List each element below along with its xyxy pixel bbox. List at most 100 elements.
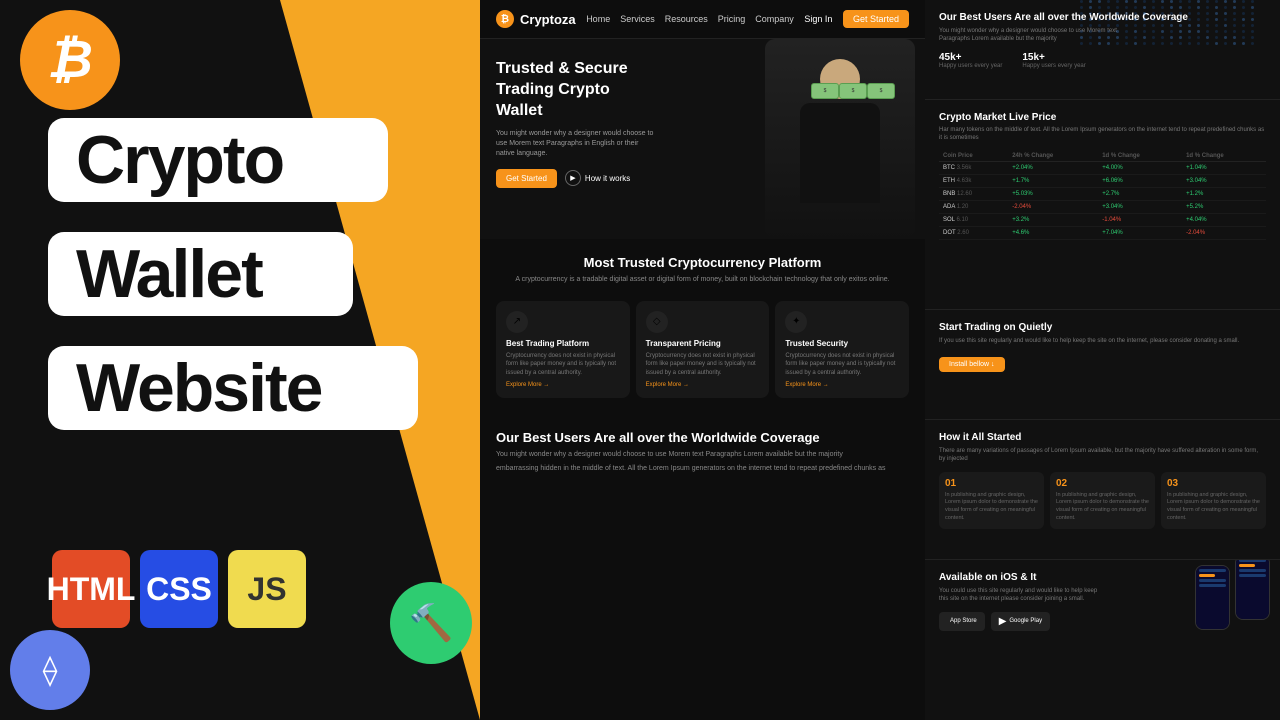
- map-dot: [1188, 36, 1191, 39]
- map-dot: [1116, 36, 1119, 39]
- map-dot: [1134, 0, 1137, 3]
- map-dot: [1215, 12, 1218, 15]
- col-1dc-val: +4.00%: [1098, 161, 1182, 174]
- map-dot: [1161, 42, 1164, 45]
- install-button[interactable]: Install bellow ↓: [939, 357, 1005, 372]
- map-dot: [1098, 36, 1101, 39]
- website-badge: Website: [48, 346, 418, 430]
- map-dot: [1116, 30, 1119, 33]
- map-dot: [1170, 24, 1173, 27]
- map-dot: [1152, 6, 1155, 9]
- nav-logo-text: Cryptoza: [520, 12, 576, 27]
- map-dot: [1197, 36, 1200, 39]
- play-icon: ▶: [565, 170, 581, 186]
- map-dot: [1224, 12, 1227, 15]
- nav-company[interactable]: Company: [755, 14, 794, 24]
- map-dot: [1089, 12, 1092, 15]
- google-play-label: Google Play: [1009, 618, 1042, 624]
- map-dot: [1080, 18, 1083, 21]
- js-logo: JS: [228, 550, 306, 628]
- trusted-title: Most Trusted Cryptocurrency Platform: [496, 255, 909, 270]
- col-1dc-val: -1.04%: [1098, 213, 1182, 226]
- coin-name: BTC 3.56k: [939, 161, 1008, 174]
- map-dot: [1188, 30, 1191, 33]
- map-dot: [1125, 24, 1128, 27]
- bitcoin-icon: ₿: [47, 30, 93, 90]
- pricing-explore[interactable]: Explore More →: [646, 382, 760, 388]
- pricing-desc: Cryptocurrency does not exist in physica…: [646, 352, 760, 377]
- appstore-label: App Store: [950, 618, 977, 624]
- nav-pricing[interactable]: Pricing: [718, 14, 746, 24]
- hero-get-started-button[interactable]: Get Started: [496, 169, 557, 188]
- appstore-button[interactable]: App Store: [939, 612, 985, 631]
- map-dot: [1107, 12, 1110, 15]
- hammer-circle: 🔨: [390, 582, 472, 664]
- security-explore[interactable]: Explore More →: [785, 382, 899, 388]
- map-dot: [1233, 36, 1236, 39]
- map-dot: [1161, 12, 1164, 15]
- map-dot: [1134, 36, 1137, 39]
- map-dot: [1134, 30, 1137, 33]
- map-dot: [1089, 36, 1092, 39]
- col-24h: 24h % Change: [1008, 151, 1098, 162]
- map-dot: [1233, 24, 1236, 27]
- map-dot: [1107, 36, 1110, 39]
- pline-accent-2: [1239, 564, 1255, 567]
- how-step-1-num: 01: [945, 478, 1038, 489]
- map-dot: [1188, 24, 1191, 27]
- map-dot: [1242, 24, 1245, 27]
- map-dot: [1224, 0, 1227, 3]
- map-dot: [1143, 42, 1146, 45]
- market-subtitle: Har many tokens on the middle of text. A…: [939, 127, 1266, 143]
- hero-section: Trusted & Secure Trading Crypto Wallet Y…: [480, 39, 925, 239]
- coin-name: SOL 6.10: [939, 213, 1008, 226]
- map-dot: [1170, 6, 1173, 9]
- nav-home[interactable]: Home: [586, 14, 610, 24]
- map-dot: [1143, 0, 1146, 3]
- map-dot: [1233, 0, 1236, 3]
- eth-circle: ⟠: [10, 630, 90, 710]
- map-dot: [1206, 18, 1209, 21]
- map-dot: [1206, 30, 1209, 33]
- signin-button[interactable]: Sign In: [804, 14, 832, 24]
- map-dot: [1233, 30, 1236, 33]
- map-dot: [1107, 18, 1110, 21]
- map-dot: [1206, 0, 1209, 3]
- map-dot: [1143, 18, 1146, 21]
- security-icon: ✦: [785, 311, 807, 333]
- nav-services[interactable]: Services: [620, 14, 655, 24]
- security-desc: Cryptocurrency does not exist in physica…: [785, 352, 899, 377]
- market-row: SOL 6.10 +3.2% -1.04% +4.04%: [939, 213, 1266, 226]
- map-dot: [1107, 0, 1110, 3]
- market-table: Coin Price 24h % Change 1d % Change 1d %…: [939, 151, 1266, 240]
- map-dot: [1179, 0, 1182, 3]
- map-dot: [1125, 30, 1128, 33]
- map-dot: [1089, 6, 1092, 9]
- how-it-works-button[interactable]: ▶ How it works: [565, 170, 630, 186]
- how-step-3-num: 03: [1167, 478, 1260, 489]
- map-dot: [1143, 24, 1146, 27]
- world-map-bg: [1080, 0, 1280, 100]
- coin-name: DOT 2.60: [939, 226, 1008, 239]
- map-dot: [1134, 18, 1137, 21]
- map-dot: [1206, 36, 1209, 39]
- coin-name: BNB 12.60: [939, 187, 1008, 200]
- map-dot: [1098, 18, 1101, 21]
- map-dot: [1242, 12, 1245, 15]
- left-panel: ₿ Crypto Wallet Website HTML CSS JS ⟠ 🔨: [0, 0, 480, 720]
- nav-resources[interactable]: Resources: [665, 14, 708, 24]
- col-1dch-val: +4.04%: [1182, 213, 1266, 226]
- map-dot: [1152, 12, 1155, 15]
- map-dot: [1188, 6, 1191, 9]
- how-cards: 01 In publishing and graphic design, Lor…: [939, 472, 1266, 529]
- html-label: HTML: [47, 571, 136, 608]
- google-play-button[interactable]: ▶ Google Play: [991, 612, 1050, 631]
- get-started-nav-button[interactable]: Get Started: [843, 10, 909, 28]
- panel-how: How it All Started There are many variat…: [925, 420, 1280, 560]
- pline-2: [1199, 579, 1226, 582]
- map-dot: [1215, 0, 1218, 3]
- map-dot: [1242, 36, 1245, 39]
- map-dot: [1251, 36, 1254, 39]
- trading-explore[interactable]: Explore More →: [506, 382, 620, 388]
- map-dot: [1215, 18, 1218, 21]
